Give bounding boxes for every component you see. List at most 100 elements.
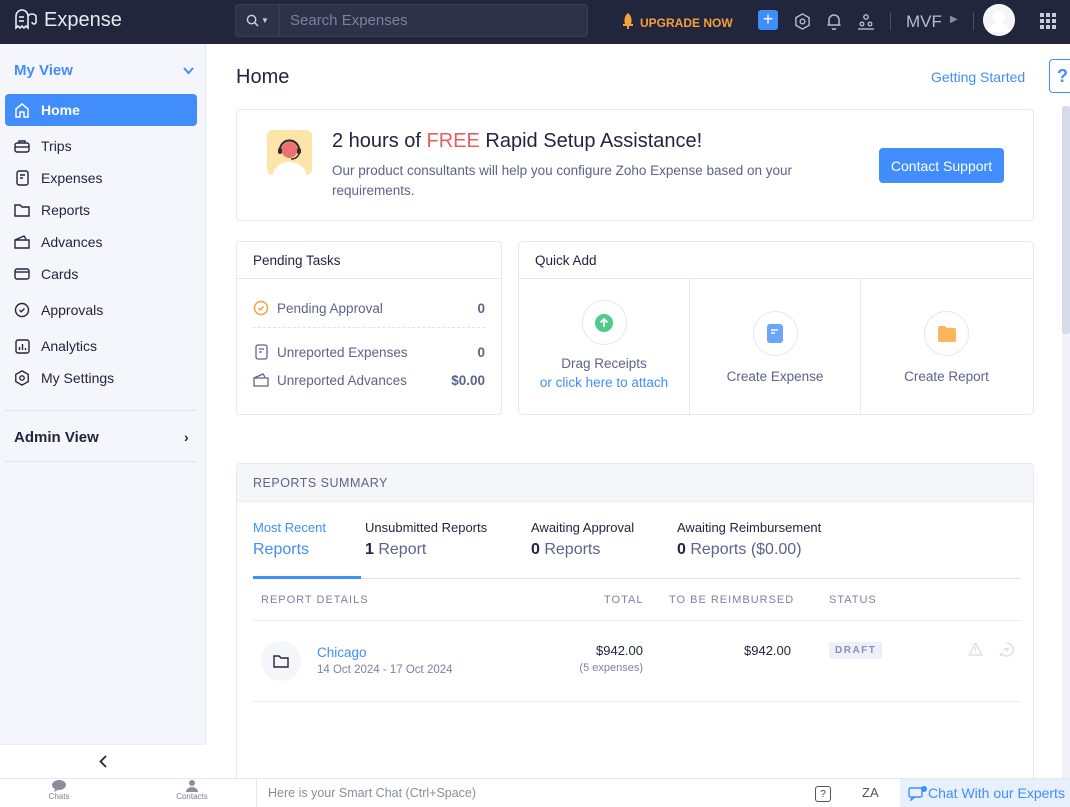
divider <box>973 12 974 30</box>
banner-title: 2 hours of FREE Rapid Setup Assistance! <box>332 130 702 153</box>
plus-icon[interactable]: + <box>758 10 778 30</box>
admin-view-header[interactable]: Admin View <box>14 429 99 446</box>
folder-icon <box>924 311 969 356</box>
tab-awaiting-approval[interactable]: Awaiting Approval 0 Reports <box>531 520 634 559</box>
chevron-left-icon <box>99 755 107 768</box>
users-icon[interactable] <box>856 11 876 31</box>
avatar[interactable] <box>983 4 1015 36</box>
sidebar-item-label: Reports <box>41 202 91 218</box>
app-logo[interactable]: Expense <box>12 8 122 32</box>
sidebar-item-advances[interactable]: Advances <box>5 226 197 258</box>
tab-label: Awaiting Approval <box>531 520 635 535</box>
tab-count: 0 <box>531 541 540 558</box>
chart-icon <box>14 338 30 354</box>
tab-label: Awaiting Reimbursement <box>677 520 822 535</box>
apps-grid-icon[interactable] <box>1040 13 1056 29</box>
tab-value: 1 Report <box>365 541 487 559</box>
drag-receipts-dropzone[interactable]: Drag Receipts or click here to attach <box>519 279 690 414</box>
collapse-sidebar-button[interactable] <box>0 744 206 778</box>
check-circle-icon <box>253 300 269 316</box>
scrollbar-thumb[interactable] <box>1062 106 1070 334</box>
task-unreported-expenses[interactable]: Unreported Expenses 0 <box>253 344 485 360</box>
sidebar-item-my-settings[interactable]: My Settings <box>5 362 197 394</box>
report-date-range: 14 Oct 2024 - 17 Oct 2024 <box>317 664 453 676</box>
quick-add-label: Drag Receipts <box>561 356 647 371</box>
sidebar-item-label: Analytics <box>41 338 98 354</box>
attach-receipt-link[interactable]: or click here to attach <box>540 375 668 390</box>
sidebar-item-reports[interactable]: Reports <box>5 194 197 226</box>
contact-person-icon <box>186 780 198 792</box>
tab-count: 0 <box>677 541 686 558</box>
search-icon <box>246 14 259 27</box>
sidebar-item-approvals[interactable]: Approvals <box>5 294 197 326</box>
tab-unit: Report <box>373 541 427 558</box>
tab-unsubmitted-reports[interactable]: Unsubmitted Reports 1 Report <box>365 520 487 559</box>
banner-title-text: 2 hours of <box>332 130 427 152</box>
home-icon <box>14 102 30 118</box>
bell-icon[interactable] <box>824 11 844 31</box>
divider <box>890 12 891 30</box>
task-value: 0 <box>477 344 485 360</box>
status-badge: DRAFT <box>829 642 883 659</box>
quick-add-label: Create Expense <box>726 369 824 384</box>
column-header: TO BE REIMBURSED <box>669 594 795 606</box>
help-icon[interactable]: ? <box>815 786 831 802</box>
gear-icon[interactable] <box>792 11 812 31</box>
contacts-button[interactable]: Contacts <box>162 780 222 801</box>
divider <box>253 620 1021 621</box>
divider <box>5 461 197 462</box>
tab-value: Reports <box>253 541 310 558</box>
sidebar-item-cards[interactable]: Cards <box>5 258 197 290</box>
tab-unit: Reports <box>539 541 601 558</box>
report-name-link[interactable]: Chicago <box>317 645 367 660</box>
smart-chat-input[interactable]: Here is your Smart Chat (Ctrl+Space) <box>256 779 776 807</box>
tab-most-recent[interactable]: Most Recent Reports <box>253 520 326 559</box>
task-unreported-advances[interactable]: Unreported Advances $0.00 <box>253 372 485 388</box>
report-to-be-reimbursed: $942.00 <box>744 643 791 658</box>
wallet-icon <box>14 234 30 250</box>
org-switcher[interactable]: MVF <box>906 12 942 32</box>
sidebar-item-label: Trips <box>41 138 72 154</box>
comment-icon[interactable] <box>998 641 1014 657</box>
create-expense-button[interactable]: Create Expense <box>690 279 861 414</box>
task-pending-approval[interactable]: Pending Approval 0 <box>253 300 485 316</box>
sidebar-item-expenses[interactable]: Expenses <box>5 162 197 194</box>
getting-started-link[interactable]: Getting Started <box>931 69 1025 85</box>
sidebar-item-trips[interactable]: Trips <box>5 130 197 162</box>
contacts-label: Contacts <box>176 792 208 801</box>
chats-label: Chats <box>48 792 70 801</box>
sidebar-item-home[interactable]: Home <box>5 94 197 126</box>
active-tab-indicator <box>253 576 361 579</box>
translate-icon[interactable]: ZA <box>862 785 879 800</box>
my-view-header[interactable]: My View <box>14 62 73 79</box>
tab-count: 1 <box>365 541 374 558</box>
search-input[interactable] <box>280 12 570 29</box>
tab-awaiting-reimbursement[interactable]: Awaiting Reimbursement 0 Reports ($0.00) <box>677 520 821 559</box>
warning-icon[interactable] <box>967 641 983 657</box>
chevron-down-icon[interactable] <box>183 64 194 78</box>
chat-bubble-icon <box>52 780 66 792</box>
receipt-logo-icon <box>15 9 37 30</box>
search-filter-dropdown[interactable]: ▼ <box>236 5 280 36</box>
column-header: STATUS <box>829 594 877 606</box>
chat-experts-label: Chat With our Experts <box>928 785 1065 801</box>
chat-with-experts-button[interactable]: Chat With our Experts <box>900 779 1070 807</box>
sidebar-item-analytics[interactable]: Analytics <box>5 330 197 362</box>
rocket-icon <box>622 13 634 32</box>
quick-add-label: Create Report <box>904 369 989 384</box>
chat-expert-icon <box>908 786 927 801</box>
task-label: Unreported Advances <box>277 372 407 388</box>
tab-label: Most Recent <box>253 520 326 535</box>
card-title: Pending Tasks <box>237 242 501 279</box>
chats-button[interactable]: Chats <box>29 780 89 801</box>
free-highlight: FREE <box>426 130 480 152</box>
contact-support-button[interactable]: Contact Support <box>879 148 1004 183</box>
help-button[interactable]: ? <box>1049 59 1070 93</box>
folder-icon <box>14 202 30 218</box>
upgrade-button[interactable]: UPGRADE NOW <box>622 13 733 32</box>
bottom-bar: Chats Contacts Here is your Smart Chat (… <box>0 778 1070 807</box>
create-report-button[interactable]: Create Report <box>861 279 1032 414</box>
pending-tasks-card: Pending Tasks Pending Approval 0 Unrepor… <box>236 241 502 415</box>
chevron-right-icon[interactable]: › <box>184 429 189 445</box>
sidebar-item-label: My Settings <box>41 370 115 386</box>
